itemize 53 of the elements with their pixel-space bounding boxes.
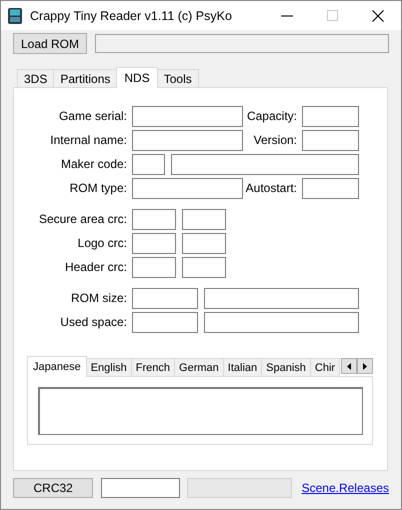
window-title: Crappy Tiny Reader v1.11 (c) PsyKo	[30, 8, 232, 22]
load-rom-button[interactable]: Load ROM	[13, 33, 87, 54]
language-tab[interactable]: Spanish	[261, 358, 311, 376]
close-icon[interactable]	[372, 10, 384, 22]
field-label: Capacity:	[246, 109, 297, 123]
field-label: Version:	[252, 133, 297, 147]
input-field[interactable]	[182, 232, 226, 254]
input-field[interactable]	[302, 130, 359, 150]
input-field[interactable]	[132, 130, 243, 150]
language-tab[interactable]: English	[86, 358, 132, 376]
field-label: Game serial:	[58, 109, 127, 123]
tab[interactable]: 3DS	[17, 69, 54, 87]
tab[interactable]: NDS	[116, 67, 158, 88]
input-field[interactable]	[302, 106, 359, 126]
input-field[interactable]	[182, 208, 226, 230]
field-label: Maker code:	[60, 157, 127, 171]
text-area[interactable]	[38, 387, 363, 435]
right-triangle-icon	[363, 362, 367, 370]
input-field[interactable]	[132, 106, 243, 126]
minimize-icon[interactable]	[281, 14, 293, 16]
language-tab[interactable]: Italian	[222, 358, 262, 376]
crc32-button[interactable]: CRC32	[13, 478, 94, 498]
left-triangle-icon	[347, 362, 351, 370]
language-tab[interactable]: French	[130, 358, 176, 376]
input-field[interactable]	[171, 154, 359, 174]
field-label: Logo crc:	[76, 236, 127, 250]
input-field[interactable]	[204, 312, 359, 332]
field-label: ROM size:	[70, 291, 127, 305]
scroll-right-button[interactable]	[357, 358, 373, 374]
input-field[interactable]	[302, 178, 359, 198]
input-field[interactable]	[182, 256, 226, 278]
field-label: Used space:	[59, 315, 127, 329]
field-label: ROM type:	[68, 181, 127, 195]
language-tab[interactable]: Japanese	[27, 356, 87, 377]
language-tab[interactable]: German	[174, 358, 224, 376]
input-field[interactable]	[204, 288, 359, 308]
app-icon	[7, 6, 23, 24]
input-field[interactable]	[132, 312, 198, 332]
input-field[interactable]	[132, 232, 176, 254]
input-field[interactable]	[132, 178, 243, 198]
input-field[interactable]	[132, 154, 165, 174]
field-label: Secure area crc:	[38, 212, 127, 226]
tab[interactable]: Tools	[156, 69, 199, 87]
field-label: Autostart:	[244, 181, 297, 195]
field-label: Internal name:	[49, 133, 127, 147]
field-label: Header crc:	[64, 260, 127, 274]
input-field[interactable]	[132, 288, 198, 308]
language-tab[interactable]: Chir	[310, 358, 340, 376]
input-field[interactable]	[132, 208, 176, 230]
scene-releases-link[interactable]: Scene.Releases	[302, 481, 389, 495]
crc-field[interactable]	[101, 478, 180, 498]
input-field[interactable]	[132, 256, 176, 278]
scroll-left-button[interactable]	[341, 358, 357, 374]
